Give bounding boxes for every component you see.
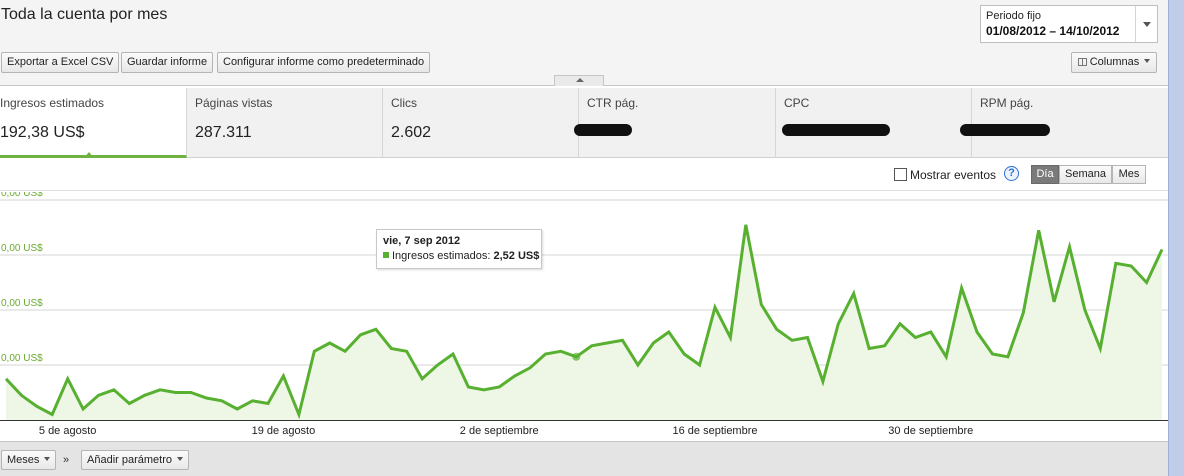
columns-label: Columnas <box>1089 56 1140 68</box>
granularity-month-button[interactable]: Mes <box>1112 165 1146 184</box>
help-icon[interactable]: ? <box>1004 166 1019 181</box>
separator: » <box>63 454 70 466</box>
table-toolbar: Meses » Añadir parámetro <box>0 441 1168 476</box>
metric-label: Páginas vistas <box>195 96 273 110</box>
y-tick-label: 0,00 US$ <box>1 298 43 309</box>
metric-value: 192,38 US$ <box>0 124 85 141</box>
metric-value: 2.602 <box>391 124 432 141</box>
columns-icon <box>1077 58 1087 66</box>
granularity-day-button[interactable]: Día <box>1031 165 1059 184</box>
months-label: Meses <box>7 454 40 466</box>
x-tick-label: 16 de septiembre <box>673 425 758 437</box>
add-parameter-dropdown[interactable]: Añadir parámetro <box>81 450 189 470</box>
metric-label: Clics <box>391 96 417 110</box>
metric-label: CPC <box>784 96 810 110</box>
metric-tab-ctr[interactable]: CTR pág. <box>574 88 776 158</box>
redacted-value <box>782 124 890 136</box>
metric-tab-clicks[interactable]: Clics 2.602 <box>383 88 579 158</box>
vertical-scrollbar[interactable] <box>1168 0 1184 476</box>
data-point <box>572 352 581 361</box>
save-report-button[interactable]: Guardar informe <box>121 52 214 73</box>
redacted-value <box>960 124 1050 136</box>
collapse-toggle[interactable] <box>554 75 604 86</box>
metric-label: RPM pág. <box>980 96 1034 110</box>
show-events-checkbox[interactable] <box>894 168 907 181</box>
tooltip-row: Ingresos estimados: 2,52 US$ <box>383 250 539 262</box>
date-range-label: Periodo fijo <box>986 10 1042 22</box>
report-header: Toda la cuenta por mes Periodo fijo 01/0… <box>0 0 1168 86</box>
metric-tab-cpc[interactable]: CPC <box>776 88 972 158</box>
x-tick-label: 2 de septiembre <box>460 425 539 437</box>
x-tick-label: 5 de agosto <box>39 425 97 437</box>
columns-button[interactable]: Columnas <box>1071 52 1157 73</box>
chevron-down-icon <box>44 457 51 461</box>
add-parameter-label: Añadir parámetro <box>87 454 172 466</box>
tooltip-value: 2,52 US$ <box>493 250 540 262</box>
series-area <box>6 224 1162 420</box>
metric-tab-pageviews[interactable]: Páginas vistas 287.311 <box>187 88 383 158</box>
show-events-label: Mostrar eventos <box>910 168 997 182</box>
export-csv-button[interactable]: Exportar a Excel CSV <box>1 52 120 73</box>
set-default-report-button[interactable]: Configurar informe como predeterminado <box>217 52 431 73</box>
y-tick-label: 0,00 US$ <box>1 353 43 364</box>
chevron-down-icon[interactable] <box>1135 6 1157 42</box>
series-swatch <box>383 252 389 258</box>
granularity-week-button[interactable]: Semana <box>1059 165 1112 184</box>
page-title: Toda la cuenta por mes <box>1 6 168 23</box>
revenue-chart[interactable]: 0,00 US$ 0,00 US$ 0,00 US$ 0,00 US$ 5 de ago… <box>0 192 1168 440</box>
selected-indicator <box>84 152 94 158</box>
metric-label: CTR pág. <box>587 96 639 110</box>
y-tick-label: 0,00 US$ <box>1 243 43 254</box>
tooltip-series-label: Ingresos estimados: <box>392 250 491 262</box>
months-dropdown[interactable]: Meses <box>1 450 57 470</box>
metric-tab-revenue[interactable]: Ingresos estimados 192,38 US$ <box>0 88 187 158</box>
chart-controls: Mostrar eventos ? Día Semana Mes <box>0 159 1168 191</box>
metric-value: 287.311 <box>195 124 252 141</box>
tooltip-date: vie, 7 sep 2012 <box>383 235 461 247</box>
chevron-down-icon <box>177 457 183 461</box>
redacted-value <box>574 124 632 136</box>
date-range-value: 01/08/2012 – 14/10/2012 <box>986 24 1120 38</box>
chart-tooltip: vie, 7 sep 2012 Ingresos estimados: 2,52… <box>376 229 542 269</box>
y-tick-label: 0,00 US$ <box>1 192 43 199</box>
metric-tab-rpm[interactable]: RPM pág. <box>960 88 1168 158</box>
x-tick-label: 19 de agosto <box>252 425 316 437</box>
metric-tabs: Ingresos estimados 192,38 US$ Páginas vi… <box>0 88 1168 158</box>
x-tick-label: 30 de septiembre <box>888 425 973 437</box>
date-range-picker[interactable]: Periodo fijo 01/08/2012 – 14/10/2012 <box>980 5 1158 43</box>
chevron-down-icon <box>1144 59 1151 63</box>
metric-label: Ingresos estimados <box>0 96 105 110</box>
